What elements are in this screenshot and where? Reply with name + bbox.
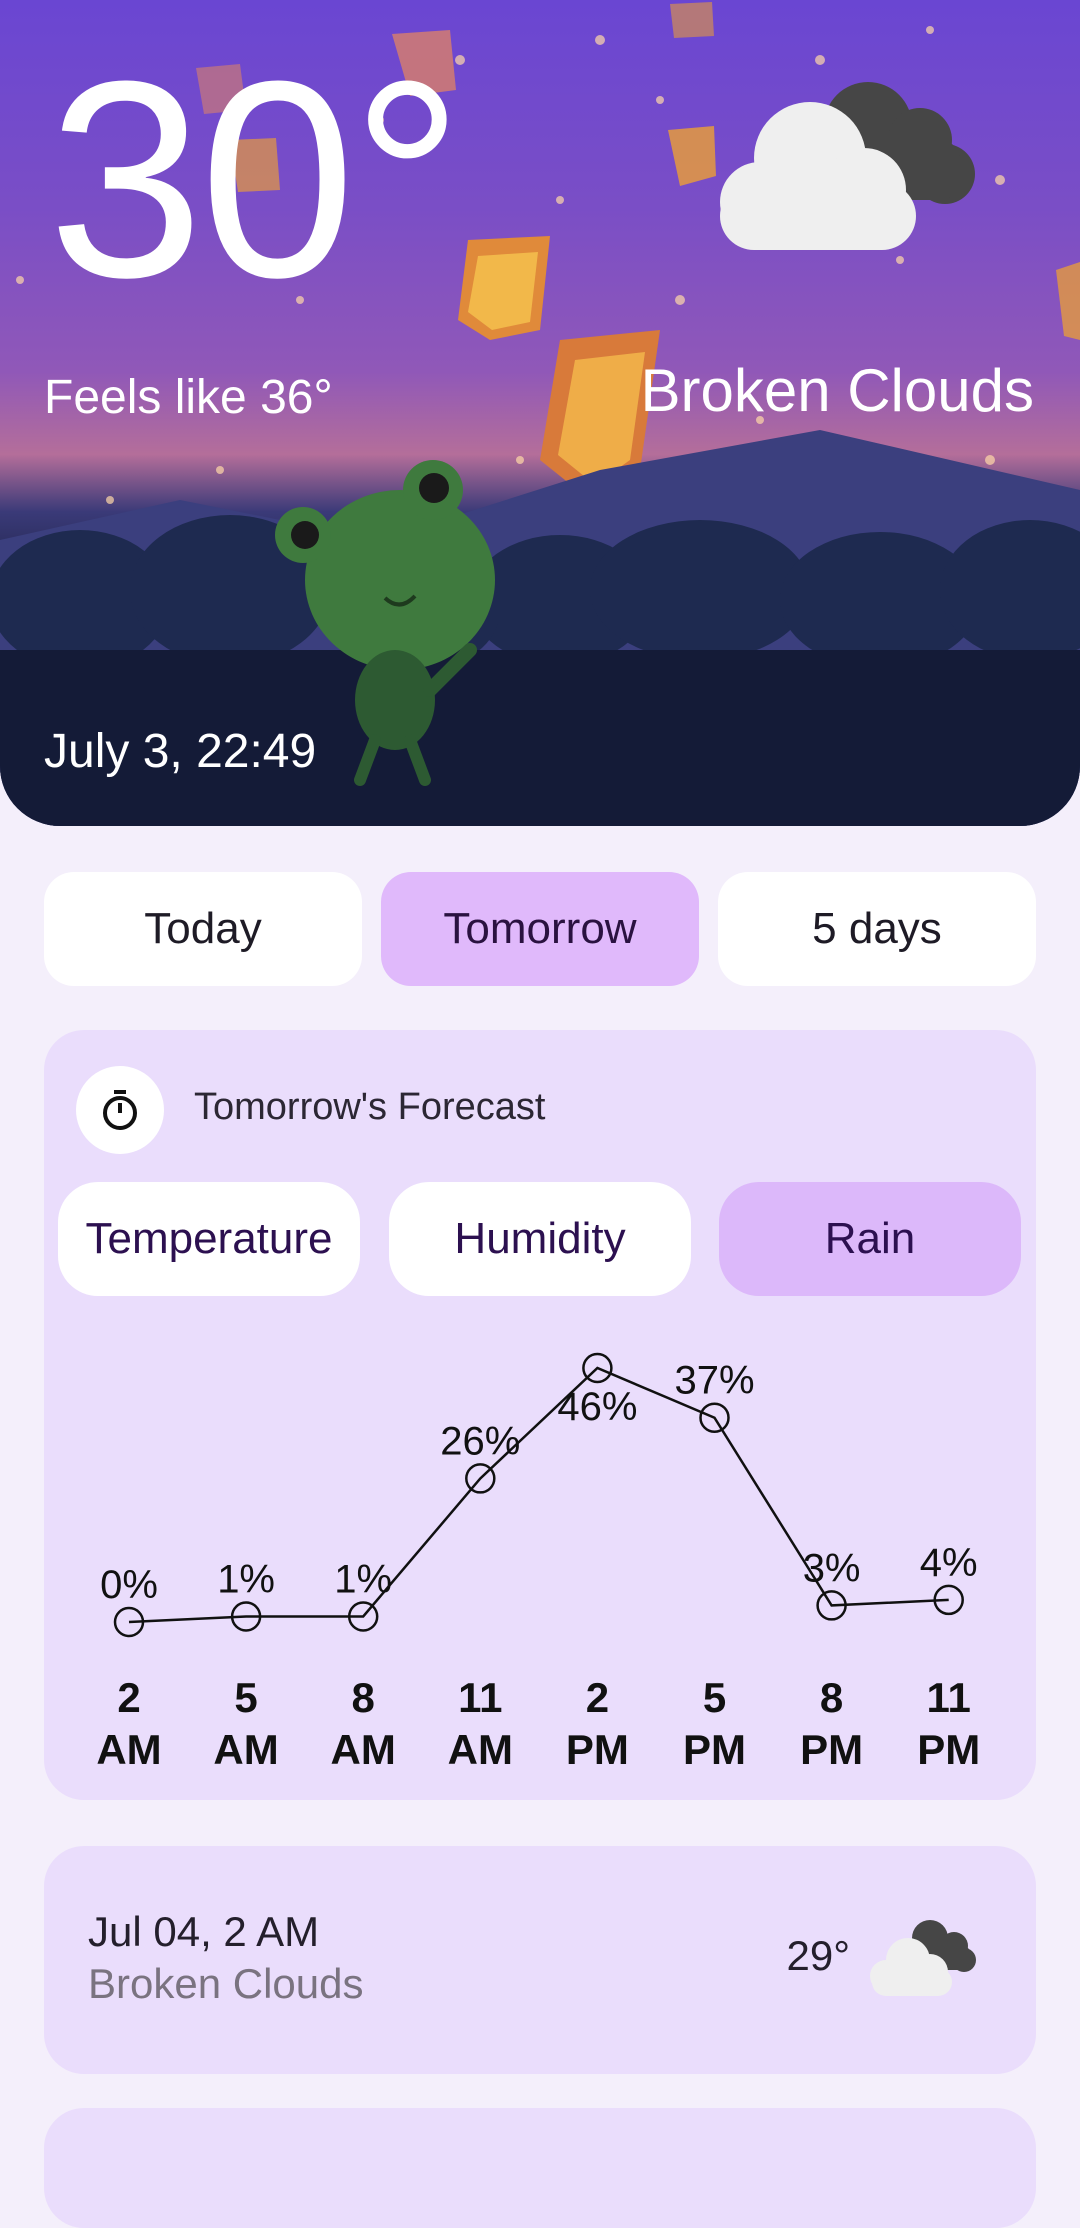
timer-icon [76, 1066, 164, 1154]
broken-clouds-icon [720, 82, 975, 250]
tab-5-days[interactable]: 5 days [718, 872, 1036, 986]
hero-banner: 30° Feels like 36° Broken Clouds July 3,… [0, 0, 1080, 826]
current-datetime: July 3, 22:49 [44, 725, 317, 778]
metric-rain[interactable]: Rain [719, 1182, 1021, 1296]
x-tick-label: 5 PM [683, 1674, 746, 1773]
hourly-date: Jul 04, 2 AM [88, 1908, 320, 1955]
rain-data-label: 0% [100, 1563, 158, 1607]
x-tick-label: 11 PM [917, 1674, 981, 1773]
metric-humidity[interactable]: Humidity [389, 1182, 691, 1296]
rain-data-label: 4% [920, 1541, 978, 1585]
hourly-condition: Broken Clouds [88, 1960, 364, 2007]
rain-data-label: 3% [803, 1546, 861, 1590]
x-tick-label: 8 PM [800, 1674, 864, 1773]
broken-clouds-icon [870, 1920, 976, 1996]
condition-text: Broken Clouds [640, 357, 1034, 424]
current-temperature: 30° [48, 24, 463, 336]
rain-data-label: 1% [334, 1557, 392, 1601]
tab-tomorrow[interactable]: Tomorrow [381, 872, 699, 986]
x-tick-label: 2 PM [565, 1674, 629, 1773]
rain-data-label: 37% [674, 1359, 754, 1403]
tab-today[interactable]: Today [44, 872, 362, 986]
hourly-temperature: 29° [786, 1932, 850, 1979]
hourly-item[interactable]: Jul 04, 2 AM Broken Clouds 29° [44, 1846, 1036, 2074]
rain-data-label: 26% [440, 1419, 520, 1463]
hourly-item[interactable] [44, 2108, 1036, 2228]
x-tick-label: 8 AM [330, 1674, 396, 1773]
metric-temperature[interactable]: Temperature [58, 1182, 360, 1296]
forecast-card: Tomorrow's Forecast Temperature Humidity… [44, 1030, 1036, 1800]
x-tick-label: 5 AM [213, 1674, 279, 1773]
feels-like-text: Feels like 36° [44, 371, 333, 424]
rain-data-label: 46% [557, 1385, 637, 1429]
forecast-title: Tomorrow's Forecast [194, 1086, 546, 1128]
x-tick-label: 11 AM [447, 1674, 513, 1773]
x-tick-label: 2 AM [96, 1674, 162, 1773]
rain-data-label: 1% [217, 1557, 275, 1601]
